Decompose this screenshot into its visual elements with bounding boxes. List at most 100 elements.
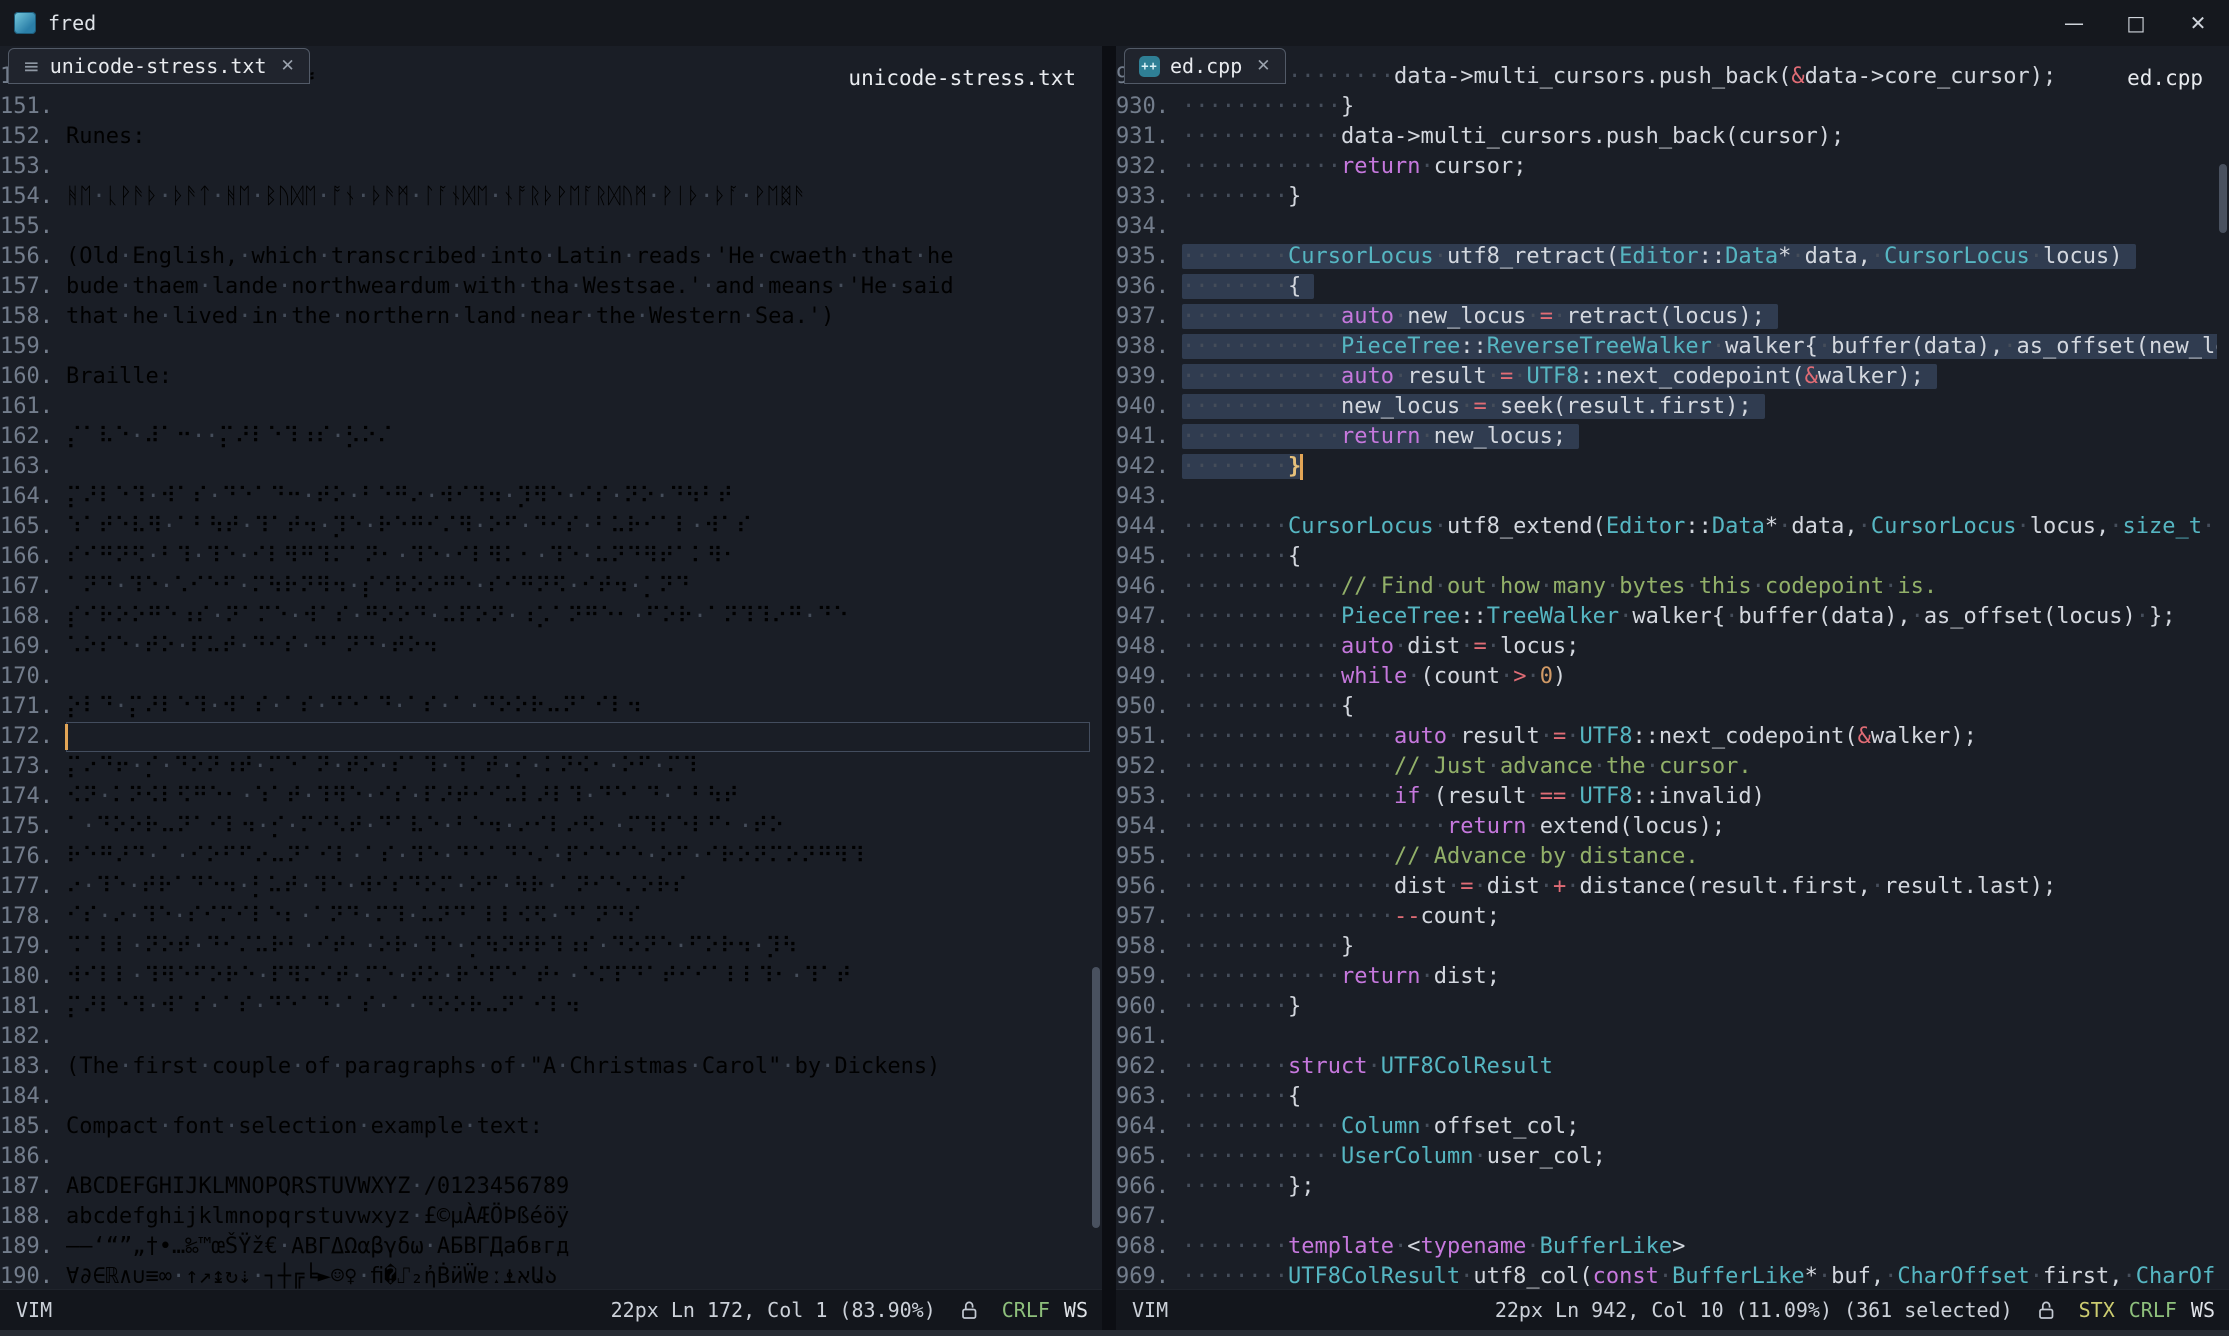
code-line[interactable]: 950.············{	[1116, 692, 2217, 722]
text-line[interactable]: 164.⡍⠜⠇⠑⠹·⠺⠁⠎·⠙⠑⠁⠙⠒·⠞⠕·⠃⠑⠛⠔·⠺⠊⠹⠲·⡹⠻⠑·⠊⠎·…	[0, 482, 1090, 512]
text-line[interactable]: 180.⠺⠊⠇⠇·⠹⠻⠑⠋⠕⠗⠑·⠏⠻⠍⠊⠞·⠍⠑·⠞⠕·⠗⠑⠏⠑⠁⠞⠂·⠑⠍⠏…	[0, 962, 1090, 992]
code-line[interactable]: 930.············}	[1116, 92, 2217, 122]
code-line[interactable]: 968.········template·<typename·BufferLik…	[1116, 1232, 2217, 1262]
text-line[interactable]: 186.	[0, 1142, 1090, 1172]
status-flag-ws[interactable]: WS	[1064, 1298, 1088, 1322]
text-line[interactable]: 163.	[0, 452, 1090, 482]
text-line[interactable]: 155.	[0, 212, 1090, 242]
code-line[interactable]: 944.········CursorLocus·utf8_extend(Edit…	[1116, 512, 2217, 542]
text-line[interactable]: 159.	[0, 332, 1090, 362]
code-line[interactable]: 966.········};	[1116, 1172, 2217, 1202]
code-line[interactable]: 932.············return·cursor;	[1116, 152, 2217, 182]
code-line[interactable]: 943.	[1116, 482, 2217, 512]
text-line[interactable]: 165.⠱⠁⠞⠑⠧⠻·⠁⠃⠳⠞·⠹⠁⠞⠲·⡹⠑·⠗⠑⠛⠊⠌⠻·⠕⠋·⠙⠊⠎·⠃⠥…	[0, 512, 1090, 542]
text-line[interactable]: 161.	[0, 392, 1090, 422]
text-line[interactable]: 176.⠗⠑⠛⠜⠙·⠁·⠊⠕⠋⠋⠔⠤⠝⠁⠊⠇·⠁⠎·⠹⠑·⠙⠑⠁⠙⠑⠌·⠏⠊⠑⠊…	[0, 842, 1090, 872]
left-editor[interactable]: 150.እግርህን·በፍራሽህ·ልክ·ዘርጋ።151.152.Runes:153…	[0, 46, 1102, 1290]
code-line[interactable]: 956.················dist·=·dist·+·distan…	[1116, 872, 2217, 902]
text-line[interactable]: 177.⠔·⠹⠑·⠞⠗⠁⠙⠑⠲·⡃⠥⠞·⠹⠑·⠺⠊⠎⠙⠕⠍·⠕⠋·⠳⠗·⠁⠝⠊⠑…	[0, 872, 1090, 902]
text-line[interactable]: 172.	[0, 722, 1090, 752]
text-line[interactable]: 169.⠡⠕⠎⠑·⠞⠕·⠏⠥⠞·⠙⠊⠎·⠙⠁⠝⠙·⠞⠕⠲	[0, 632, 1090, 662]
text-line[interactable]: 156.(Old·English,·which·transcribed·into…	[0, 242, 1090, 272]
code-line[interactable]: 934.	[1116, 212, 2217, 242]
text-line[interactable]: 178.⠊⠎·⠔·⠹⠑·⠎⠊⠍⠊⠇⠑⠆·⠁⠝⠙·⠍⠹·⠥⠝⠙⠁⠇⠇⠪⠫·⠙⠁⠝⠙…	[0, 902, 1090, 932]
text-line[interactable]: 182.	[0, 1022, 1090, 1052]
code-line[interactable]: 958.············}	[1116, 932, 2217, 962]
tab-ed-cpp[interactable]: ++ ed.cpp ✕	[1124, 48, 1286, 84]
text-line[interactable]: 174.⠪⠝·⠅⠝⠪⠇⠫⠛⠑⠂·⠱⠁⠞·⠹⠻⠑·⠊⠎·⠏⠜⠞⠊⠊⠥⠇⠜⠇⠹·⠙⠑…	[0, 782, 1090, 812]
code-line[interactable]: 939.············auto·result·=·UTF8::next…	[1116, 362, 2217, 392]
text-line[interactable]: 151.	[0, 92, 1090, 122]
code-line[interactable]: 933.········}	[1116, 182, 2217, 212]
text-line[interactable]: 154.ᚻᛖ·ᚳᚹᚫᚦ·ᚦᚫᛏ·ᚻᛖ·ᛒᚢᛞᛖ·ᚩᚾ·ᚦᚫᛗ·ᛚᚪᚾᛞᛖ·ᚾᚩᚱ…	[0, 182, 1090, 212]
code-line[interactable]: 945.········{	[1116, 542, 2217, 572]
code-line[interactable]: 954.····················return·extend(lo…	[1116, 812, 2217, 842]
status-flag-stx[interactable]: STX	[2079, 1298, 2115, 1322]
code-line[interactable]: 937.············auto·new_locus·=·retract…	[1116, 302, 2217, 332]
code-line[interactable]: 965.············UserColumn·user_col;	[1116, 1142, 2217, 1172]
right-scrollbar[interactable]	[2217, 46, 2229, 1290]
lock-icon[interactable]	[2035, 1299, 2057, 1321]
left-scrollbar[interactable]	[1090, 46, 1102, 1290]
code-line[interactable]: 942.········}	[1116, 452, 2217, 482]
code-line[interactable]: 947.············PieceTree::TreeWalker·wa…	[1116, 602, 2217, 632]
code-line[interactable]: 946.············//·Find·out·how·many·byt…	[1116, 572, 2217, 602]
text-line[interactable]: 153.	[0, 152, 1090, 182]
code-line[interactable]: 959.············return·dist;	[1116, 962, 2217, 992]
code-line[interactable]: 936.········{	[1116, 272, 2217, 302]
code-line[interactable]: 957.················--count;	[1116, 902, 2217, 932]
text-line[interactable]: 173.⡍⠔⠙⠖·⡊·⠙⠕⠝⠰⠞·⠍⠑⠁⠝·⠞⠕·⠎⠁⠹·⠹⠁⠞·⡊·⠅⠝⠪⠂·…	[0, 752, 1090, 782]
text-line[interactable]: 157.bude·thaem·lande·northweardum·with·t…	[0, 272, 1090, 302]
text-line[interactable]: 171.⡕⠇⠙·⡍⠜⠇⠑⠹·⠺⠁⠎·⠁⠎·⠙⠑⠁⠙·⠁⠎·⠁·⠙⠕⠕⠗⠤⠝⠁⠊⠇…	[0, 692, 1090, 722]
text-line[interactable]: 167.⠁⠝⠙·⠹⠑·⠡⠊⠑⠋·⠍⠳⠗⠝⠻⠲·⡎⠊⠗⠕⠕⠛⠑·⠎⠊⠛⠝⠫·⠊⠞⠲…	[0, 572, 1090, 602]
code-line[interactable]: 951.················auto·result·=·UTF8::…	[1116, 722, 2217, 752]
tab-close-icon[interactable]: ✕	[281, 56, 295, 76]
code-line[interactable]: 955.················//·Advance·by·distan…	[1116, 842, 2217, 872]
text-line[interactable]: 162.⡌⠁⠧⠑·⠼⠁⠒··⡍⠜⠇⠑⠹⠰⠎·⡣⠕⠌	[0, 422, 1090, 452]
code-line[interactable]: 960.········}	[1116, 992, 2217, 1022]
minimize-button[interactable]: —	[2043, 0, 2105, 46]
text-line[interactable]: 190.∀∂∈ℝ∧∪≡∞·↑↗↨↻⇣·┐┼╔╘►☺♀·ﬁ�⑀₂ἠḂӥẄɐː⍎אԱ…	[0, 1262, 1090, 1290]
code-line[interactable]: 962.········struct·UTF8ColResult	[1116, 1052, 2217, 1082]
status-flag-crlf[interactable]: CRLF	[1002, 1298, 1050, 1322]
text-line[interactable]: 189.–—‘“”„†•…‰™œŠŸž€·ΑΒΓΔΩαβγδω·АБВГДабв…	[0, 1232, 1090, 1262]
text-line[interactable]: 184.	[0, 1082, 1090, 1112]
text-line[interactable]: 188.abcdefghijklmnopqrstuvwxyz·£©µÀÆÖÞßé…	[0, 1202, 1090, 1232]
text-line[interactable]: 179.⠩⠁⠇⠇·⠝⠕⠞·⠙⠊⠌⠥⠗⠃·⠊⠞⠂·⠕⠗·⠹⠑·⡊⠳⠝⠞⠗⠹⠰⠎·⠙…	[0, 932, 1090, 962]
lock-icon[interactable]	[958, 1299, 980, 1321]
code-line[interactable]: 948.············auto·dist·=·locus;	[1116, 632, 2217, 662]
code-line[interactable]: 938.············PieceTree::ReverseTreeWa…	[1116, 332, 2217, 362]
code-line[interactable]: 931.············data->multi_cursors.push…	[1116, 122, 2217, 152]
code-line[interactable]: 952.················//·Just·advance·the·…	[1116, 752, 2217, 782]
code-line[interactable]: 949.············while·(count·>·0)	[1116, 662, 2217, 692]
text-line[interactable]: 166.⠎⠊⠛⠝⠫·⠃⠹·⠹⠑·⠊⠇⠻⠛⠹⠍⠁⠝⠂·⠹⠑·⠊⠇⠻⠅⠂·⠹⠑·⠥⠝…	[0, 542, 1090, 572]
code-line[interactable]: 967.	[1116, 1202, 2217, 1232]
code-line[interactable]: 941.············return·new_locus;	[1116, 422, 2217, 452]
code-line[interactable]: 935.········CursorLocus·utf8_retract(Edi…	[1116, 242, 2217, 272]
close-button[interactable]: ✕	[2167, 0, 2229, 46]
code-line[interactable]: 969.········UTF8ColResult·utf8_col(const…	[1116, 1262, 2217, 1290]
code-line[interactable]: 964.············Column·offset_col;	[1116, 1112, 2217, 1142]
tab-close-icon[interactable]: ✕	[1256, 56, 1270, 76]
code-line[interactable]: 953.················if·(result·==·UTF8::…	[1116, 782, 2217, 812]
text-line[interactable]: 152.Runes:	[0, 122, 1090, 152]
code-line[interactable]: 940.············new_locus·=·seek(result.…	[1116, 392, 2217, 422]
tab-unicode-stress-txt[interactable]: ≡ unicode-stress.txt ✕	[8, 48, 310, 84]
code-line[interactable]: 961.	[1116, 1022, 2217, 1052]
right-editor[interactable]: 929.················data->multi_cursors.…	[1116, 46, 2229, 1290]
text-line[interactable]: 168.⡎⠊⠗⠕⠕⠛⠑⠰⠎·⠝⠁⠍⠑·⠺⠁⠎·⠛⠕⠕⠙·⠥⠏⠕⠝·⠰⡡⠁⠝⠛⠑⠂…	[0, 602, 1090, 632]
maximize-button[interactable]: □	[2105, 0, 2167, 46]
text-line[interactable]: 170.	[0, 662, 1090, 692]
text-line[interactable]: 181.⡍⠜⠇⠑⠹·⠺⠁⠎·⠁⠎·⠙⠑⠁⠙·⠁⠎·⠁·⠙⠕⠕⠗⠤⠝⠁⠊⠇⠲	[0, 992, 1090, 1022]
text-line[interactable]: 175.⠁·⠙⠕⠕⠗⠤⠝⠁⠊⠇⠲·⡊·⠍⠊⠣⠞·⠙⠁⠧⠑·⠃⠑⠲·⠔⠊⠇⠔⠫⠂·…	[0, 812, 1090, 842]
text-line[interactable]: 158.that·he·lived·in·the·northern·land·n…	[0, 302, 1090, 332]
text-line[interactable]: 185.Compact·font·selection·example·text:	[0, 1112, 1090, 1142]
scrollbar-thumb[interactable]	[2219, 164, 2227, 232]
titlebar[interactable]: fred — □ ✕	[0, 0, 2229, 46]
text-line[interactable]: 187.ABCDEFGHIJKLMNOPQRSTUVWXYZ·/01234567…	[0, 1172, 1090, 1202]
text-line[interactable]: 183.(The·first·couple·of·paragraphs·of·"…	[0, 1052, 1090, 1082]
status-flag-ws[interactable]: WS	[2191, 1298, 2215, 1322]
code-line[interactable]: 963.········{	[1116, 1082, 2217, 1112]
status-flag-crlf[interactable]: CRLF	[2129, 1298, 2177, 1322]
scrollbar-thumb[interactable]	[1092, 967, 1100, 1228]
